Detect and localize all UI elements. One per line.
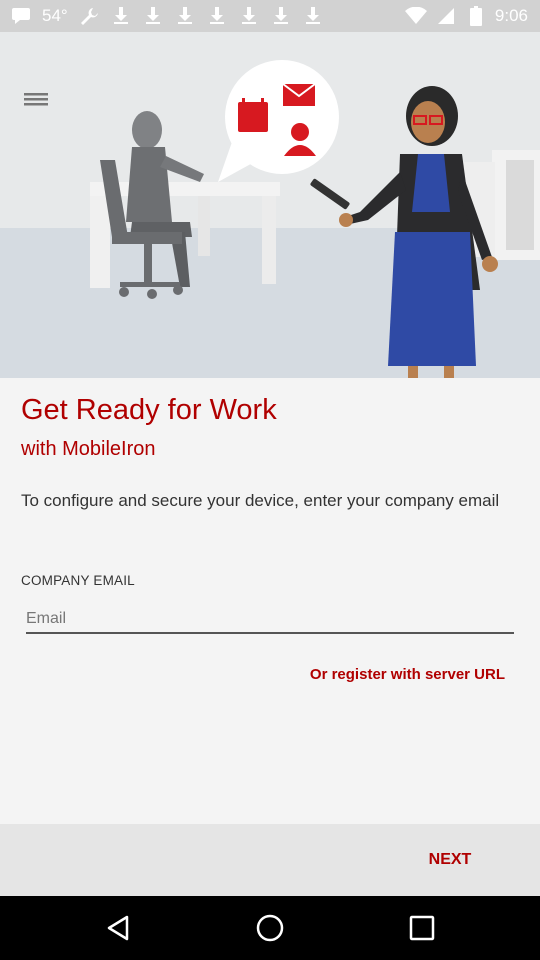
description-text: To configure and secure your device, ent… bbox=[21, 491, 500, 510]
download-icon bbox=[206, 5, 228, 27]
wrench-icon bbox=[78, 5, 100, 27]
navigation-bar bbox=[0, 896, 540, 960]
email-field[interactable] bbox=[26, 606, 514, 634]
next-button[interactable]: NEXT bbox=[412, 846, 488, 874]
battery-icon bbox=[465, 5, 487, 27]
recents-icon[interactable] bbox=[402, 910, 442, 946]
email-label: COMPANY EMAIL bbox=[21, 573, 135, 588]
download-icon bbox=[238, 5, 260, 27]
status-bar: 54° 9:06 bbox=[0, 0, 540, 32]
page-title: Get Ready for Work bbox=[21, 394, 277, 426]
download-icon bbox=[174, 5, 196, 27]
download-icon bbox=[142, 5, 164, 27]
home-icon[interactable] bbox=[250, 910, 290, 946]
page-subtitle: with MobileIron bbox=[21, 438, 156, 460]
wifi-icon bbox=[404, 5, 427, 27]
main-content: Get Ready for Work with MobileIron To co… bbox=[0, 378, 540, 824]
menu-icon[interactable] bbox=[20, 84, 52, 114]
signal-icon bbox=[435, 5, 457, 27]
download-icon bbox=[270, 5, 292, 27]
register-server-url-link[interactable]: Or register with server URL bbox=[310, 666, 505, 683]
status-bar-right: 9:06 bbox=[404, 5, 528, 27]
status-bar-left: 54° bbox=[10, 5, 324, 27]
office-scene-illustration bbox=[0, 60, 540, 378]
download-icon bbox=[110, 5, 132, 27]
temperature: 54° bbox=[42, 6, 68, 25]
download-icon bbox=[302, 5, 324, 27]
footer-bar: NEXT bbox=[0, 824, 540, 896]
back-icon[interactable] bbox=[98, 910, 138, 946]
clock: 9:06 bbox=[494, 6, 528, 25]
hero-illustration bbox=[0, 32, 540, 378]
chat-icon bbox=[10, 5, 32, 27]
